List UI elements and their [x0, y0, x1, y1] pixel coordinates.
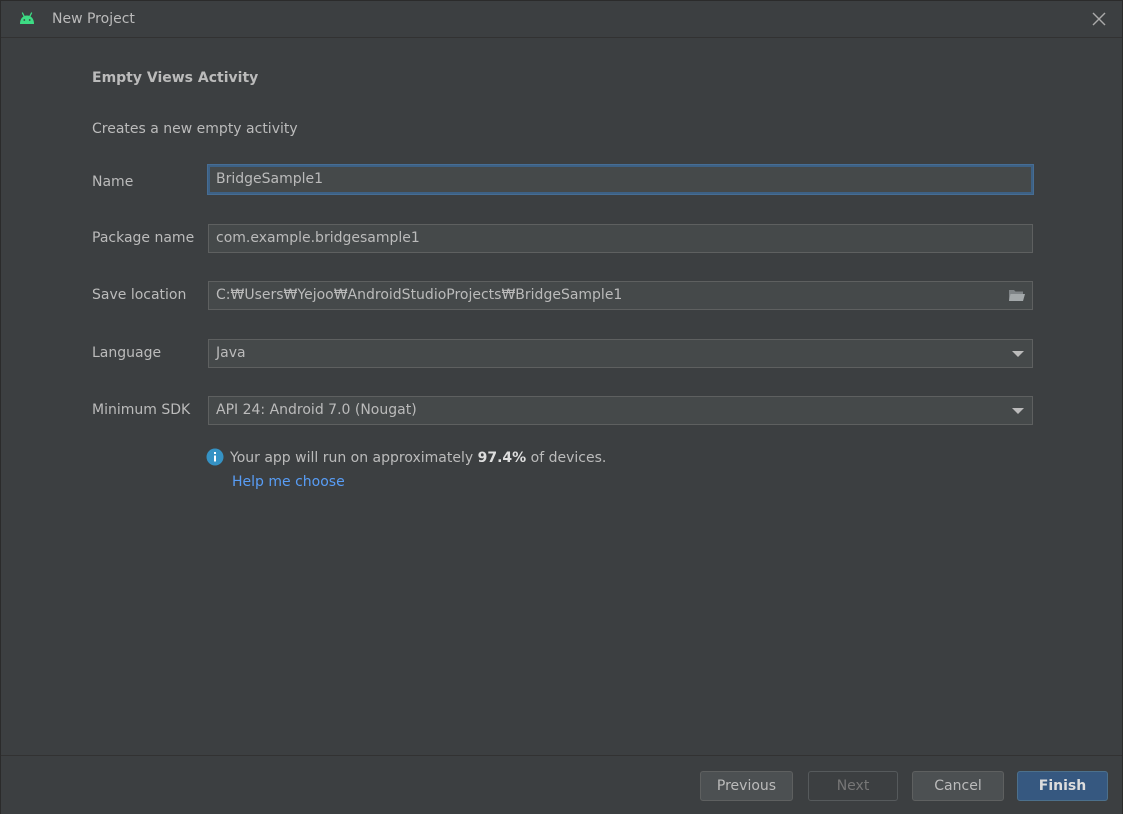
language-value: Java: [216, 345, 246, 361]
minimum-sdk-label: Minimum SDK: [92, 402, 191, 418]
chevron-down-icon: [1012, 351, 1024, 357]
finish-button[interactable]: Finish: [1017, 771, 1108, 801]
language-label: Language: [92, 345, 162, 361]
name-field-value: BridgeSample1: [216, 171, 324, 187]
previous-button[interactable]: Previous: [700, 771, 793, 801]
package-name-label: Package name: [92, 230, 195, 246]
coverage-suffix: of devices.: [526, 450, 607, 466]
title-bar: New Project: [1, 1, 1122, 38]
dialog-footer: Previous Next Cancel Finish: [1, 755, 1122, 814]
save-location-value: C:₩Users₩Yejoo₩AndroidStudioProjects₩Bri…: [216, 287, 623, 303]
minimum-sdk-value: API 24: Android 7.0 (Nougat): [216, 402, 417, 418]
android-icon: [20, 12, 34, 24]
chevron-down-icon: [1012, 408, 1024, 414]
save-location-field[interactable]: C:₩Users₩Yejoo₩AndroidStudioProjects₩Bri…: [208, 281, 1033, 310]
folder-icon[interactable]: [1008, 288, 1026, 303]
package-name-value: com.example.bridgesample1: [216, 230, 420, 246]
new-project-dialog: New Project Empty Views Activity Creates…: [0, 0, 1123, 814]
close-icon[interactable]: [1089, 9, 1109, 29]
language-select[interactable]: Java: [208, 339, 1033, 368]
coverage-percent: 97.4%: [477, 450, 527, 466]
info-icon: [206, 448, 224, 466]
minimum-sdk-select[interactable]: API 24: Android 7.0 (Nougat): [208, 396, 1033, 425]
package-name-field[interactable]: com.example.bridgesample1: [208, 224, 1033, 253]
device-coverage-text: Your app will run on approximately 97.4%…: [230, 450, 606, 466]
template-description: Creates a new empty activity: [92, 121, 298, 137]
help-me-choose-link[interactable]: Help me choose: [232, 474, 345, 490]
name-label: Name: [92, 174, 134, 190]
next-button[interactable]: Next: [808, 771, 898, 801]
name-field[interactable]: BridgeSample1: [208, 165, 1033, 194]
coverage-prefix: Your app will run on approximately: [230, 450, 478, 466]
save-location-label: Save location: [92, 287, 187, 303]
cancel-button[interactable]: Cancel: [912, 771, 1004, 801]
window-title: New Project: [52, 11, 135, 27]
template-heading: Empty Views Activity: [92, 70, 259, 86]
